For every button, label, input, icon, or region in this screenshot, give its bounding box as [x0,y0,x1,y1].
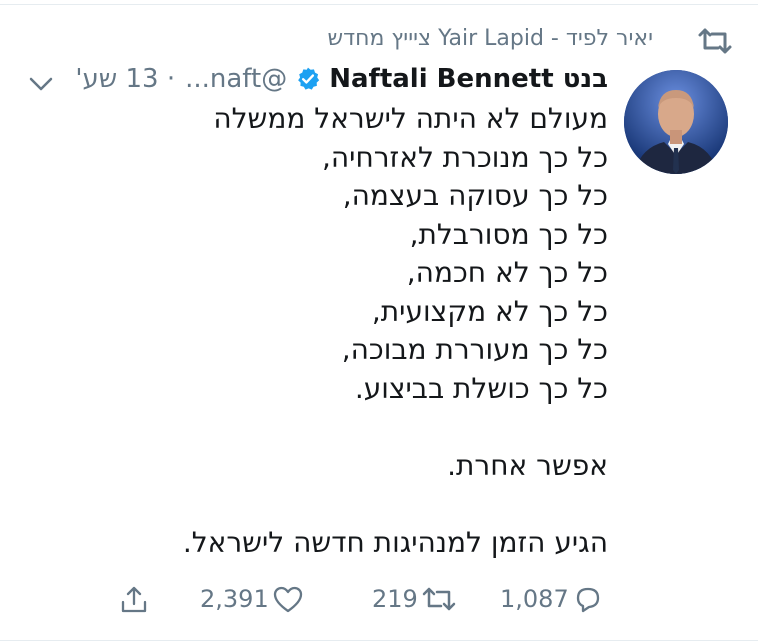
share-icon [121,586,147,613]
retweet-button[interactable]: 219 [372,584,457,614]
bottom-divider [0,640,758,641]
tweet-line: אפשר אחרת. [447,448,608,482]
tweet-text: מעולם לא היתה לישראל ממשלה כל כך מנוכרת … [128,100,608,562]
reply-icon [576,587,599,613]
tweet-line: הגיע הזמן למנהיגות חדשה לישראל. [182,525,608,559]
author-handle[interactable]: @naft... [185,64,287,94]
heart-icon [273,586,302,613]
retweet-attribution[interactable]: יאיר לפיד - Yair Lapid ציייץ מחדש [328,26,653,51]
verified-badge-icon [298,67,320,90]
reply-count: 1,087 [500,585,569,613]
top-divider [0,4,758,5]
tweet-time[interactable]: · 13 שע' [75,64,175,94]
tweet-line: כל כך מסורבלת, [409,217,608,251]
tweet-line: מעולם לא היתה לישראל ממשלה [213,102,608,135]
avatar-photo [624,70,728,174]
tweet-actions: 1,087 219 2,391 [0,584,758,624]
reply-button[interactable]: 1,087 [500,584,603,614]
avatar[interactable] [624,70,728,174]
tweet-line: כל כך עסוקה בעצמה, [342,179,608,212]
tweet-line: כל כך כושלת בביצוע. [354,371,608,405]
author-name[interactable]: בנט Naftali Bennett [329,64,608,94]
retweet-count: 219 [372,585,418,613]
retweet-action-icon [422,587,456,611]
tweet-line: כל כך לא חכמה, [406,256,608,289]
retweet-icon [698,28,732,54]
tweet-line: כל כך מנוכרת לאזרחיה, [321,140,608,174]
like-button[interactable]: 2,391 [200,584,304,614]
share-button[interactable] [118,584,150,616]
tweet-line: כל כך לא מקצועית, [371,294,608,328]
like-count: 2,391 [200,585,269,613]
tweet-line: כל כך מעוררת מבוכה, [341,333,608,366]
tweet-header: בנט Naftali Bennett @naft... · 13 שע' [75,64,608,94]
chevron-down-icon[interactable] [28,74,54,94]
